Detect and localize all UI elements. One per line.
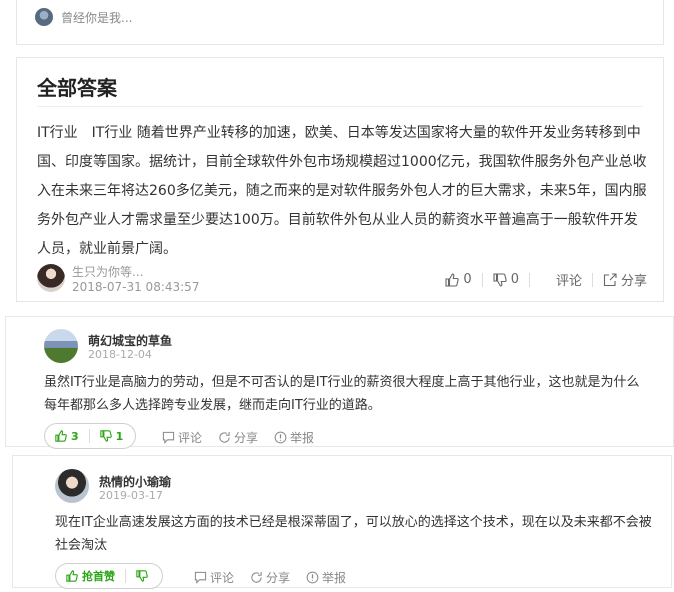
all-answers-card: 全部答案 IT行业 IT行业 随着世界产业转移的加速，欧美、日本等发达国家将大量…	[16, 57, 664, 302]
answer-content: IT行业 IT行业 随着世界产业转移的加速，欧美、日本等发达国家将大量的软件开发…	[37, 125, 647, 257]
share-button[interactable]: 分享	[250, 569, 290, 586]
comment-label: 评论	[210, 571, 235, 585]
share-label: 分享	[234, 431, 259, 445]
answer-actions: 0 0 评论 分享	[445, 270, 647, 289]
report-label: 举报	[322, 571, 347, 585]
comment-label: 评论	[178, 431, 203, 445]
comment-button[interactable]: 评论	[162, 429, 202, 446]
share-icon	[251, 571, 262, 583]
avatar[interactable]	[35, 8, 53, 26]
report-icon	[306, 571, 319, 584]
first-like-button[interactable]: 抢首赞	[56, 568, 125, 584]
vote-pill: 抢首赞	[55, 563, 163, 589]
thumbs-down-icon	[99, 430, 112, 442]
divider	[591, 272, 593, 287]
like-button[interactable]: 3	[45, 430, 89, 443]
dislike-button[interactable]: 0	[493, 272, 519, 287]
first-like-label: 抢首赞	[82, 570, 115, 583]
divider	[481, 272, 483, 287]
comment-card: 萌幻城宝的草鱼 2018-12-04 虽然IT行业是高脑力的劳动，但是不可否认的…	[5, 316, 674, 449]
like-count: 3	[71, 429, 79, 443]
like-count: 0	[463, 272, 472, 287]
comment-button[interactable]: 评论	[194, 569, 234, 586]
like-button[interactable]: 0	[445, 272, 472, 287]
comment-text: 现在IT企业高速发展这方面的技术已经是根深蒂固了，可以放心的选择这个技术，现在以…	[55, 515, 652, 553]
user-name[interactable]: 曾经你是我...	[61, 9, 132, 26]
avatar[interactable]	[55, 469, 89, 503]
comment-date: 2018-12-04	[88, 348, 152, 361]
comment-card: 热情的小瑜瑜 2019-03-17 现在IT企业高速发展这方面的技术已经是根深蒂…	[12, 455, 672, 589]
thumbs-up-icon	[55, 430, 67, 442]
section-title: 全部答案	[37, 76, 117, 100]
avatar[interactable]	[37, 264, 65, 292]
thumbs-down-icon	[493, 272, 507, 287]
comment-icon	[162, 431, 175, 444]
dislike-count: 1	[115, 429, 124, 443]
share-button[interactable]: 分享	[218, 429, 258, 446]
comment-button[interactable]: 评论	[556, 270, 582, 289]
report-label: 举报	[290, 431, 315, 445]
comment-actions: 评论 分享 举报	[194, 569, 346, 586]
avatar[interactable]	[44, 329, 78, 363]
thumbs-up-icon	[66, 570, 78, 582]
share-label: 分享	[266, 571, 291, 585]
comment-date: 2019-03-17	[99, 489, 163, 502]
comment-icon	[194, 571, 207, 584]
comment-label: 评论	[555, 274, 582, 289]
share-button[interactable]: 分享	[603, 270, 647, 289]
divider	[528, 272, 530, 287]
thumbs-up-icon	[445, 272, 460, 287]
vote-pill: 3 1	[44, 423, 136, 449]
answer-date: 2018-07-31 08:43:57	[72, 280, 200, 294]
dislike-button[interactable]	[126, 570, 158, 582]
comment-text: 虽然IT行业是高脑力的劳动，但是不可否认的是IT行业的薪资很大程度上高于其他行业…	[44, 375, 640, 413]
dislike-button[interactable]: 1	[90, 430, 134, 443]
answer-author[interactable]: 生只为你等...	[72, 263, 143, 280]
dislike-count: 0	[510, 272, 519, 287]
comment-actions: 评论 分享 举报	[162, 429, 314, 446]
top-answer-card: 曾经你是我...	[16, 0, 664, 45]
share-icon	[219, 431, 230, 443]
commenter-name[interactable]: 萌幻城宝的草鱼	[88, 332, 172, 349]
commenter-name[interactable]: 热情的小瑜瑜	[99, 473, 171, 490]
report-icon	[274, 431, 287, 444]
thumbs-down-icon	[136, 570, 148, 582]
report-button[interactable]: 举报	[306, 569, 346, 586]
report-button[interactable]: 举报	[274, 429, 314, 446]
share-icon	[603, 272, 617, 286]
share-label: 分享	[620, 274, 647, 289]
divider	[37, 106, 643, 107]
